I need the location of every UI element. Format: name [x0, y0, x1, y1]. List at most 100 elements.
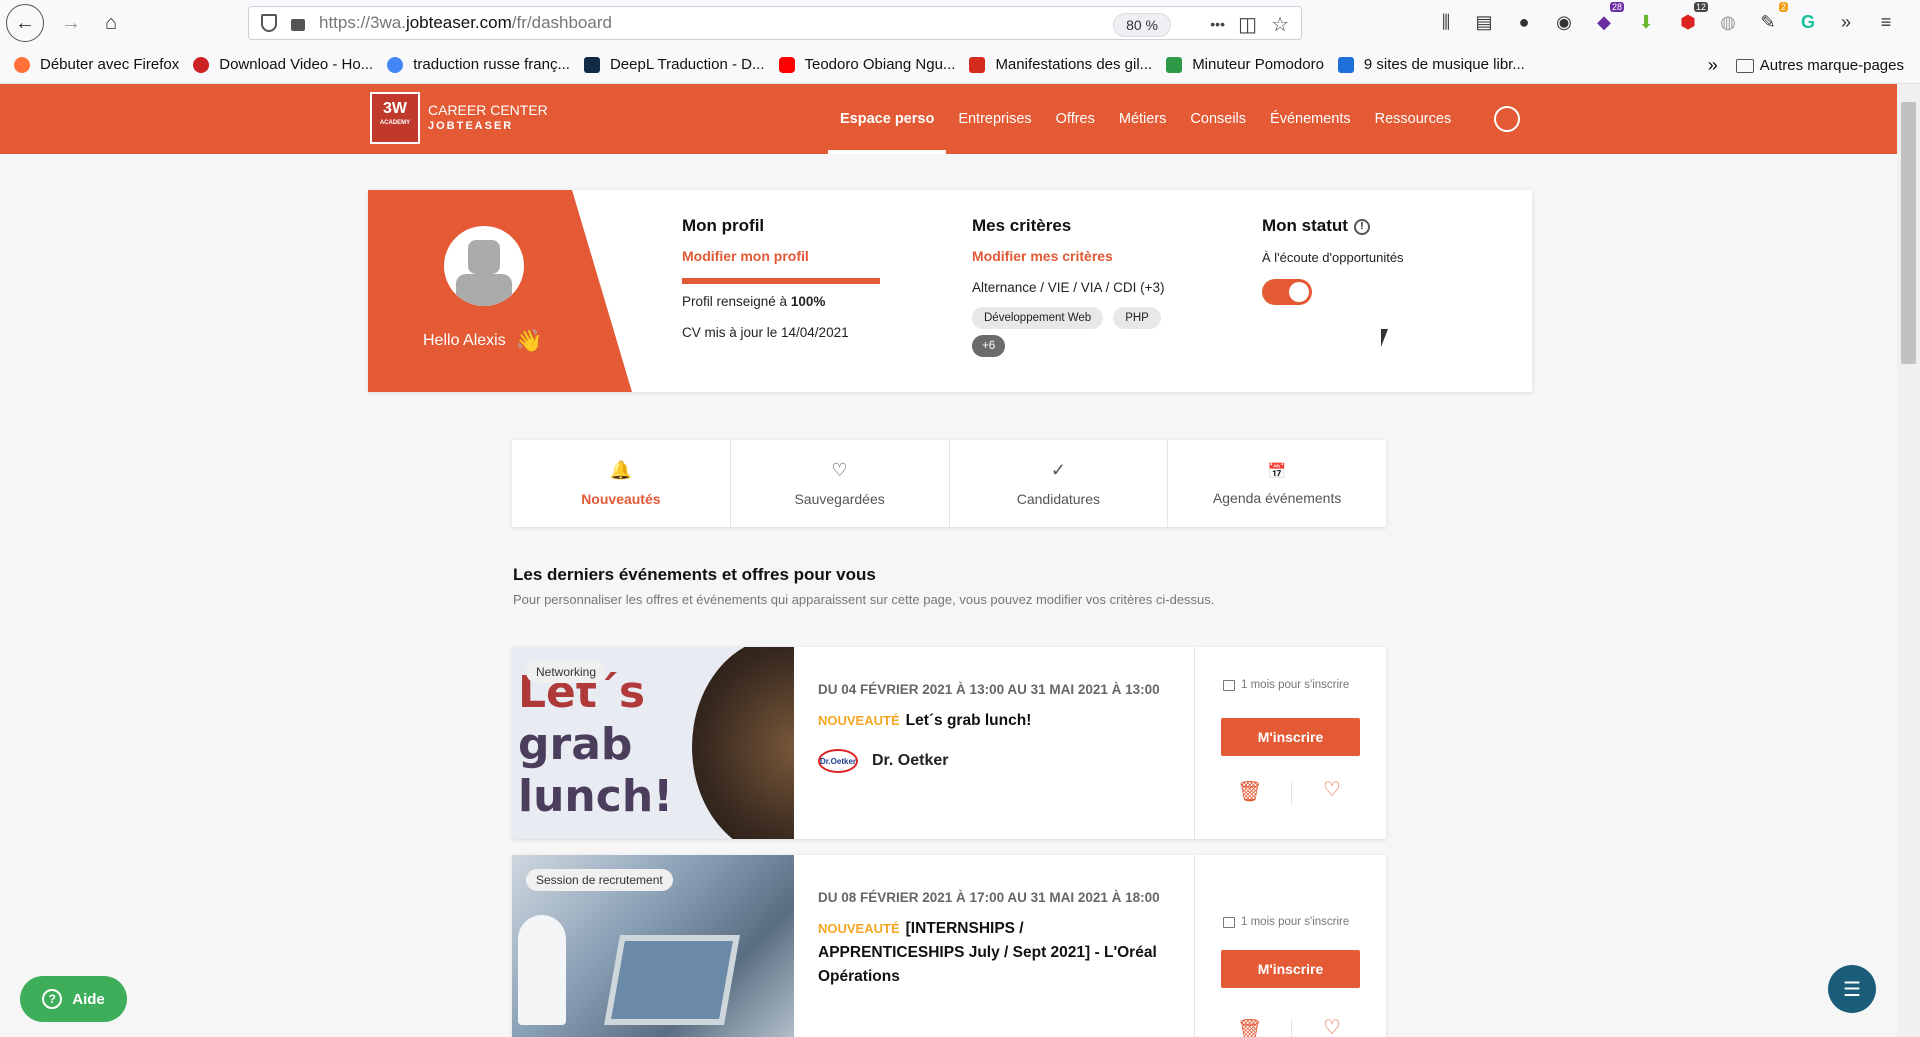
- bookmark-label: Teodoro Obiang Ngu...: [804, 56, 956, 73]
- edit-criteria-link[interactable]: Modifier mes critères: [972, 248, 1171, 264]
- url-text[interactable]: https://3wa.jobteaser.com/fr/dashboard: [319, 13, 612, 33]
- bookmark-item[interactable]: Download Video - Ho...: [193, 56, 373, 73]
- extension-icon[interactable]: ●: [1512, 10, 1536, 34]
- bookmark-item[interactable]: 9 sites de musique libr...: [1337, 56, 1525, 73]
- grammarly-icon[interactable]: G: [1796, 10, 1820, 34]
- nav-offres[interactable]: Offres: [1056, 84, 1095, 154]
- url-bar[interactable]: https://3wa.jobteaser.com/fr/dashboard 8…: [248, 6, 1302, 40]
- dashboard-tabs: 🔔 Nouveautés ♡ Sauvegardées ✓ Candidatures …: [512, 440, 1386, 527]
- pocket-icon[interactable]: ◫: [1238, 12, 1257, 37]
- feedback-icon[interactable]: ☰: [1828, 965, 1876, 1013]
- other-bookmarks[interactable]: Autres marque-pages: [1760, 57, 1904, 74]
- school-logo[interactable]: 3W ACADEMY: [370, 92, 420, 144]
- event-company[interactable]: Dr.Oetker Dr. Oetker: [818, 749, 1168, 773]
- library-icon[interactable]: ⫼: [1434, 10, 1458, 34]
- bookmark-item[interactable]: Teodoro Obiang Ngu...: [778, 56, 956, 73]
- extension-icon[interactable]: ◆ 28: [1592, 2, 1624, 34]
- sidebar-icon[interactable]: ▤: [1472, 10, 1496, 34]
- event-title[interactable]: Let´s grab lunch!: [906, 712, 1032, 729]
- calendar-icon: 📅: [1267, 462, 1287, 480]
- trash-icon[interactable]: 🗑: [1237, 1017, 1262, 1037]
- home-icon[interactable]: ⌂: [92, 4, 130, 42]
- event-date: Du 04 février 2021 à 13:00 au 31 mai 202…: [818, 682, 1160, 697]
- browser-toolbar: ← → ⌂ https://3wa.jobteaser.com/fr/dashb…: [0, 0, 1920, 46]
- brand-line1: CAREER CENTER: [428, 102, 548, 118]
- registration-deadline: 1 mois pour s'inscrire: [1223, 916, 1349, 928]
- check-icon: ✓: [1050, 460, 1066, 480]
- bookmarks-overflow-icon[interactable]: »: [1708, 55, 1718, 76]
- status-text: À l'écoute d'opportunités: [1262, 250, 1404, 265]
- status-toggle[interactable]: [1262, 279, 1312, 305]
- event-card[interactable]: Let´s grab lunch! Networking Du 04 févri…: [512, 647, 1386, 839]
- tab-label: Agenda événements: [1212, 489, 1342, 506]
- bookmark-label: DeepL Traduction - D...: [609, 56, 765, 73]
- greeting-text: Hello Alexis: [423, 332, 506, 349]
- menu-icon[interactable]: ≡: [1874, 10, 1898, 34]
- event-image[interactable]: Session de recrutement: [512, 855, 794, 1037]
- tab-sauvegardees[interactable]: ♡ Sauvegardées: [731, 440, 950, 527]
- register-button[interactable]: M'inscrire: [1221, 950, 1360, 988]
- bookmark-item[interactable]: Minuteur Pomodoro: [1166, 56, 1324, 73]
- forward-arrow-icon[interactable]: →: [52, 4, 90, 42]
- user-account-icon[interactable]: [1494, 106, 1520, 132]
- page-actions-icon[interactable]: •••: [1210, 16, 1225, 32]
- tab-nouveautes[interactable]: 🔔 Nouveautés: [512, 440, 731, 527]
- site-icon: [1337, 56, 1354, 73]
- divider: [1291, 781, 1292, 805]
- bookmark-item[interactable]: Débuter avec Firefox: [14, 56, 179, 73]
- download-icon[interactable]: ⬇: [1634, 10, 1658, 34]
- section-title: Les derniers événements et offres pour v…: [513, 565, 876, 584]
- calendar-icon: [1223, 679, 1235, 691]
- extension-icon[interactable]: ⬢ 12: [1676, 2, 1708, 34]
- tracking-shield-icon[interactable]: [261, 14, 277, 32]
- news-icon: [969, 56, 986, 73]
- zoom-level[interactable]: 80 %: [1113, 13, 1171, 37]
- bookmark-item[interactable]: Manifestations des gil...: [969, 56, 1152, 73]
- overflow-chevron-icon[interactable]: »: [1834, 10, 1858, 34]
- criteria-column: Mes critères Modifier mes critères Alter…: [972, 216, 1171, 357]
- criteria-more-chip[interactable]: +6: [972, 335, 1006, 357]
- bookmark-item[interactable]: DeepL Traduction - D...: [583, 56, 765, 73]
- info-icon[interactable]: !: [1353, 218, 1370, 235]
- help-button[interactable]: ? Aide: [20, 976, 127, 1022]
- event-title-line[interactable]: NOUVEAUTÉ Let´s grab lunch!: [818, 709, 1168, 733]
- folder-icon: [1735, 58, 1754, 73]
- bookmark-label: 9 sites de musique libr...: [1363, 56, 1525, 73]
- bookmarks-bar: Débuter avec Firefox Download Video - Ho…: [0, 46, 1920, 84]
- heart-icon[interactable]: ♡: [1323, 777, 1341, 802]
- event-body: Du 08 février 2021 à 17:00 au 31 mai 202…: [818, 887, 1168, 989]
- extension-icon[interactable]: ✎ 2: [1756, 2, 1788, 34]
- deepl-icon: [583, 56, 600, 73]
- brand-line2: JOBTEASER: [428, 120, 514, 132]
- heart-icon[interactable]: ♡: [1323, 1015, 1341, 1037]
- edit-profile-link[interactable]: Modifier mon profil: [682, 248, 880, 264]
- extension-icon[interactable]: ◉: [1552, 10, 1576, 34]
- nav-conseils[interactable]: Conseils: [1190, 84, 1246, 154]
- page-scrollbar[interactable]: [1897, 84, 1920, 1037]
- nav-entreprises[interactable]: Entreprises: [958, 84, 1031, 154]
- divider: [1291, 1019, 1292, 1037]
- register-button[interactable]: M'inscrire: [1221, 718, 1360, 756]
- trash-icon[interactable]: 🗑: [1237, 779, 1262, 804]
- back-arrow-icon[interactable]: ←: [6, 4, 44, 42]
- scrollbar-thumb[interactable]: [1901, 102, 1916, 364]
- nav-evenements[interactable]: Événements: [1270, 84, 1351, 154]
- tab-agenda[interactable]: 📅 Agenda événements: [1168, 440, 1386, 527]
- nav-ressources[interactable]: Ressources: [1375, 84, 1452, 154]
- bookmark-star-icon[interactable]: ☆: [1271, 12, 1289, 37]
- firefox-icon: [14, 56, 30, 73]
- heart-icon: ♡: [831, 460, 848, 480]
- nav-espace-perso[interactable]: Espace perso: [827, 84, 947, 154]
- tab-candidatures[interactable]: ✓ Candidatures: [950, 440, 1169, 527]
- event-title-line[interactable]: NOUVEAUTÉ [INTERNSHIPS / APPRENTICESHIPS …: [818, 917, 1168, 989]
- lock-icon[interactable]: [291, 19, 305, 31]
- event-image[interactable]: Let´s grab lunch! Networking: [512, 647, 794, 839]
- company-name[interactable]: Dr. Oetker: [872, 752, 948, 770]
- bookmark-item[interactable]: traduction russe franç...: [387, 56, 570, 73]
- globe-icon[interactable]: ◍: [1716, 10, 1740, 34]
- nav-metiers[interactable]: Métiers: [1119, 84, 1167, 154]
- brand[interactable]: CAREER CENTER JOBTEASER: [428, 102, 548, 134]
- event-card[interactable]: Session de recrutement Du 08 février 202…: [512, 855, 1386, 1037]
- bookmark-label: traduction russe franç...: [413, 56, 570, 73]
- avatar[interactable]: [444, 226, 524, 306]
